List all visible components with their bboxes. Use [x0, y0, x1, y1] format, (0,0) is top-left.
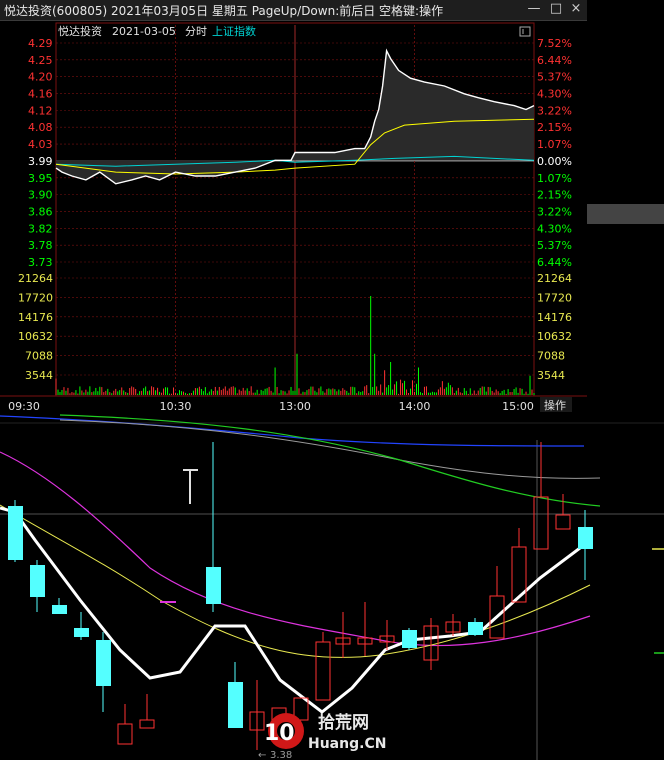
time-tick-label: 13:00: [279, 400, 311, 413]
watermark-logo: 10 拾荒网 Huang.CN: [264, 712, 386, 752]
chart-date-label: 2021-03-05: [112, 25, 176, 38]
price-tick-label: 4.03: [28, 138, 53, 151]
volume-tick-label-right: 7088: [537, 350, 565, 363]
candle-grid: [0, 440, 664, 760]
volume-tick-label-left: 14176: [18, 311, 53, 324]
panel-toggle-icon[interactable]: [519, 26, 531, 37]
volume-tick-label-left: 17720: [18, 291, 53, 304]
pct-tick-label: 5.37%: [537, 239, 572, 252]
time-tick-label: 15:00: [502, 400, 534, 413]
volume-tick-label-left: 7088: [25, 350, 53, 363]
ma-white-line: [0, 506, 593, 714]
volume-tick-label-left: 21264: [18, 272, 53, 285]
index-link[interactable]: 上证指数: [212, 24, 256, 38]
pct-tick-label: 2.15%: [537, 121, 572, 134]
ma-gray-line: [59, 419, 601, 479]
ma-green-line: [59, 414, 601, 507]
time-tick-label: 14:00: [399, 400, 431, 413]
pct-tick-label: 6.44%: [537, 256, 572, 269]
volume-tick-label-right: 3544: [537, 369, 565, 382]
price-tick-label: 4.12: [28, 104, 53, 117]
intraday-grid: [56, 25, 534, 395]
price-tick-label: 3.78: [28, 239, 53, 252]
chart-mode-label: 分时: [185, 25, 207, 38]
pct-tick-label: 4.30%: [537, 88, 572, 101]
candlesticks: [8, 442, 664, 750]
pct-tick-label: 5.37%: [537, 71, 572, 84]
time-tick-label: 09:30: [8, 400, 40, 413]
watermark-cn-text: 拾荒网: [318, 712, 369, 733]
price-tick-label: 4.16: [28, 88, 53, 101]
price-axis-left: 4.29 4.25 4.20 4.16 4.12 4.08 4.03 3.99 3.95 3.90…: [28, 37, 53, 269]
price-tick-label: 4.29: [28, 37, 53, 50]
price-tick-label: 3.73: [28, 256, 53, 269]
watermark-number: 10: [264, 721, 295, 746]
volume-tick-label-left: 3544: [25, 369, 53, 382]
pct-tick-label: 3.22%: [537, 104, 572, 117]
price-tick-label: 3.95: [28, 172, 53, 185]
time-axis: 09:30 10:30 13:00 14:00 15:00: [8, 400, 534, 413]
volume-tick-label-right: 17720: [537, 291, 572, 304]
chart-canvas: 4.29 4.25 4.20 4.16 4.12 4.08 4.03 3.99 3.95 3.90…: [0, 22, 664, 760]
volume-tick-label-right: 14176: [537, 311, 572, 324]
pct-tick-label: 1.07%: [537, 172, 572, 185]
pct-tick-label: 1.07%: [537, 138, 572, 151]
volume-tick-label-left: 10632: [18, 330, 53, 343]
price-tick-label: 4.20: [28, 71, 53, 84]
price-tick-label: 4.25: [28, 54, 53, 67]
price-tick-label: 3.82: [28, 222, 53, 235]
volume-tick-label-right: 10632: [537, 330, 572, 343]
ma-blue-line: [0, 415, 585, 447]
watermark-en-text: Huang.CN: [308, 736, 386, 752]
stock-name-label: 悦达投资: [58, 24, 102, 38]
operate-button[interactable]: 操作: [544, 398, 566, 412]
volume-tick-label-right: 21264: [537, 272, 572, 285]
time-tick-label: 10:30: [160, 400, 192, 413]
price-tick-label: 4.08: [28, 121, 53, 134]
pct-tick-label: 4.30%: [537, 222, 572, 235]
pct-tick-label: 0.00%: [537, 155, 572, 168]
price-tick-label: 3.99: [28, 155, 53, 168]
low-annotation: 3.38: [270, 750, 292, 760]
ma-magenta-line: [0, 451, 591, 647]
pct-axis-right: 7.52% 6.44% 5.37% 4.30% 3.22% 2.15% 1.07% 0.00%…: [537, 37, 572, 269]
low-arrow: ←: [258, 750, 266, 760]
price-tick-label: 3.86: [28, 205, 53, 218]
pct-tick-label: 2.15%: [537, 189, 572, 202]
price-tick-label: 3.90: [28, 189, 53, 202]
pct-tick-label: 3.22%: [537, 205, 572, 218]
pct-tick-label: 7.52%: [537, 37, 572, 50]
pct-tick-label: 6.44%: [537, 54, 572, 67]
